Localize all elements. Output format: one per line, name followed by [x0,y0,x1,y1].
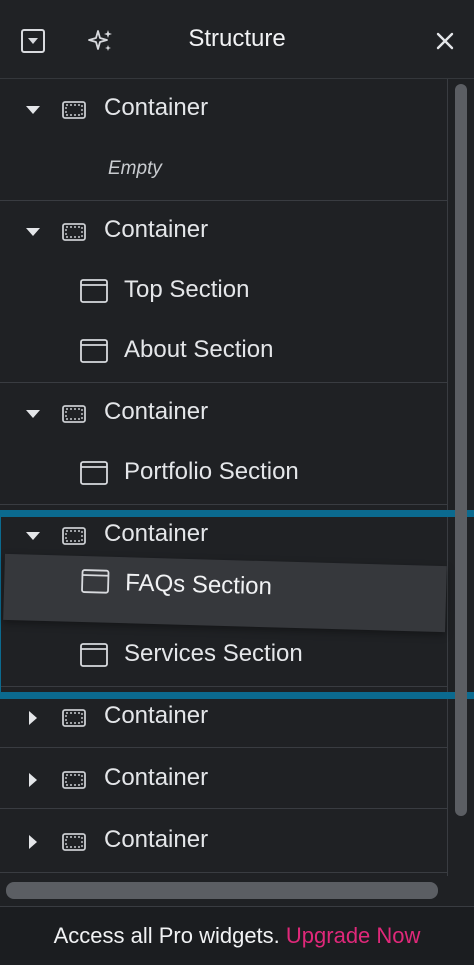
close-icon [436,32,454,50]
caret-down-icon[interactable] [24,527,42,545]
section-icon [80,279,108,303]
tree-group: Container [0,810,447,873]
tree-item-label: Top Section [124,276,250,303]
promo-footer: Access all Pro widgets. Upgrade Now [0,907,474,960]
dragged-item-label: FAQs Section [124,569,273,601]
caret-right-icon[interactable] [24,833,42,851]
section-icon [80,461,108,485]
panel-divider [447,79,448,876]
section-icon [80,339,108,363]
caret-right-icon[interactable] [24,771,42,789]
tree-item-label: Container [104,764,209,791]
tree-group: Container Empty [0,79,447,201]
caret-down-icon[interactable] [24,223,42,241]
tree-item-container[interactable]: Container [0,201,447,261]
panel-title: Structure [188,25,286,52]
tree-item-label: Container [104,398,209,425]
tree-item-label: Container [104,94,209,121]
tree-item-container[interactable]: Container [0,749,447,809]
tree-item-container[interactable]: Container [0,811,447,871]
vertical-scrollbar[interactable] [455,84,467,816]
empty-label: Empty [108,158,162,179]
upgrade-now-link[interactable]: Upgrade Now [286,923,421,948]
tree-item-label: Portfolio Section [124,458,299,485]
tree-item-section[interactable]: Portfolio Section [0,443,447,503]
tree-group: Container [0,687,447,748]
tree-item-label: Container [104,520,209,547]
tree-group: Container Top Section About Section [0,201,447,383]
tree-group: Container [0,748,447,809]
structure-panel-header: Structure [0,0,474,79]
structure-tree: Container Empty Container Top Section Ab… [0,79,447,876]
section-icon [81,569,110,594]
container-icon [62,527,86,545]
tree-item-label: Services Section [124,640,303,667]
tree-item-label: About Section [124,336,274,363]
tree-item-container[interactable]: Container [0,79,447,139]
tree-item-section[interactable]: Services Section [0,625,447,685]
container-icon [62,709,86,727]
tree-item-label: Container [104,826,209,853]
promo-text: Access all Pro widgets. [53,923,280,948]
section-icon [80,643,108,667]
tree-item-label: Container [104,216,209,243]
tree-item-section[interactable]: Top Section [0,261,447,321]
horizontal-scrollbar[interactable] [6,882,438,899]
caret-down-icon[interactable] [24,405,42,423]
tree-item-label: Container [104,702,209,729]
tree-group: Container Portfolio Section [0,383,447,505]
container-icon [62,101,86,119]
tree-item-container[interactable]: Container [0,687,447,747]
tree-item-container[interactable]: Container [0,383,447,443]
caret-right-icon[interactable] [24,709,42,727]
caret-down-icon[interactable] [24,101,42,119]
container-icon [62,771,86,789]
container-icon [62,405,86,423]
container-icon [62,833,86,851]
close-button[interactable] [427,23,463,59]
tree-item-section[interactable]: About Section [0,321,447,381]
dragged-item[interactable]: FAQs Section [3,553,447,633]
container-icon [62,223,86,241]
